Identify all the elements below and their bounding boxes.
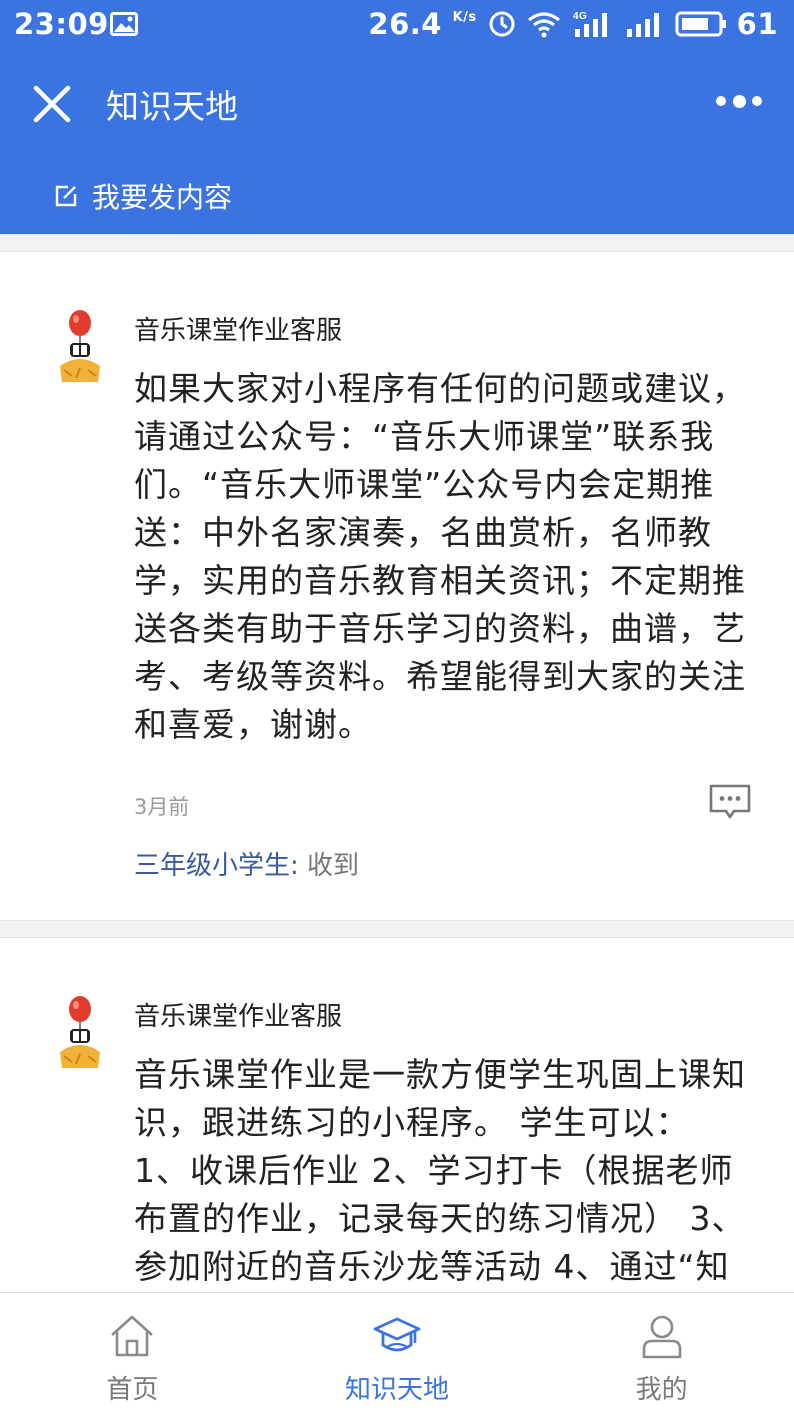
user-icon (642, 1315, 681, 1359)
more-options-button[interactable] (716, 88, 762, 114)
post-card: 音乐课堂作业客服 音乐课堂作业是一款方便学生巩固上课知识，跟进练习的小程序。 学… (0, 938, 794, 1292)
status-time: 23:09 (14, 7, 109, 41)
edit-icon (55, 185, 77, 207)
compose-label: 我要发内容 (92, 181, 233, 214)
more-dot-icon (752, 96, 762, 106)
post-author: 音乐课堂作业客服 (134, 316, 343, 346)
network-type-label: 4G (573, 11, 587, 22)
post-content: 音乐课堂作业是一款方便学生巩固上课知识，跟进练习的小程序。 学生可以： 1、收课… (134, 1055, 746, 1286)
avatar[interactable] (52, 310, 108, 384)
close-icon[interactable] (30, 82, 74, 126)
tab-home[interactable]: 首页 (0, 1293, 265, 1412)
post-time: 3月前 (134, 795, 190, 819)
status-bar: 23:09 26.4 K/s 4G 61 (0, 0, 794, 50)
reply-text: 收到 (298, 851, 360, 881)
tab-label: 知识天地 (345, 1375, 450, 1405)
comment-icon[interactable] (708, 783, 752, 821)
battery-icon (675, 11, 726, 37)
divider (0, 920, 794, 938)
signal-icon (626, 13, 659, 37)
post-meta: 3月前 (134, 783, 754, 823)
network-speed: 26.4 K/s (368, 7, 477, 41)
reply-username[interactable]: 三年级小学生 (134, 851, 290, 881)
tab-label: 我的 (635, 1375, 688, 1405)
battery-level: 61 (736, 7, 778, 41)
network-speed-unit: K/s (452, 10, 477, 26)
post-card: 音乐课堂作业客服 如果大家对小程序有任何的问题或建议，请通过公众号：“音乐大师课… (0, 252, 794, 920)
feed[interactable]: 音乐课堂作业客服 如果大家对小程序有任何的问题或建议，请通过公众号：“音乐大师课… (0, 234, 794, 1292)
page-title: 知识天地 (106, 87, 238, 126)
avatar[interactable] (52, 996, 108, 1070)
status-right: 26.4 K/s 4G 61 (368, 7, 778, 41)
wifi-icon (527, 12, 560, 38)
tab-bar: 首页 知识天地 我的 (0, 1292, 794, 1412)
tab-profile[interactable]: 我的 (529, 1293, 794, 1412)
divider (0, 234, 794, 252)
alarm-icon (489, 11, 515, 37)
image-notification-icon (110, 12, 138, 36)
signal-4g-icon: 4G (573, 11, 607, 37)
tab-knowledge[interactable]: 知识天地 (265, 1293, 530, 1412)
post-author: 音乐课堂作业客服 (134, 1002, 343, 1032)
title-bar: 知识天地 (0, 62, 794, 142)
comment-reply: 三年级小学生: 收到 (134, 845, 754, 882)
compose-button[interactable]: 我要发内容 (54, 176, 232, 216)
more-dot-icon (732, 94, 746, 108)
reply-separator: : (290, 851, 299, 881)
header: 23:09 26.4 K/s 4G 61 知识天地 我要发内容 (0, 0, 794, 234)
post-content: 如果大家对小程序有任何的问题或建议，请通过公众号：“音乐大师课堂”联系我们。“音… (134, 369, 746, 744)
home-icon (111, 1315, 154, 1357)
tab-label: 首页 (106, 1375, 159, 1405)
graduation-cap-icon (373, 1317, 421, 1352)
more-dot-icon (716, 96, 726, 106)
